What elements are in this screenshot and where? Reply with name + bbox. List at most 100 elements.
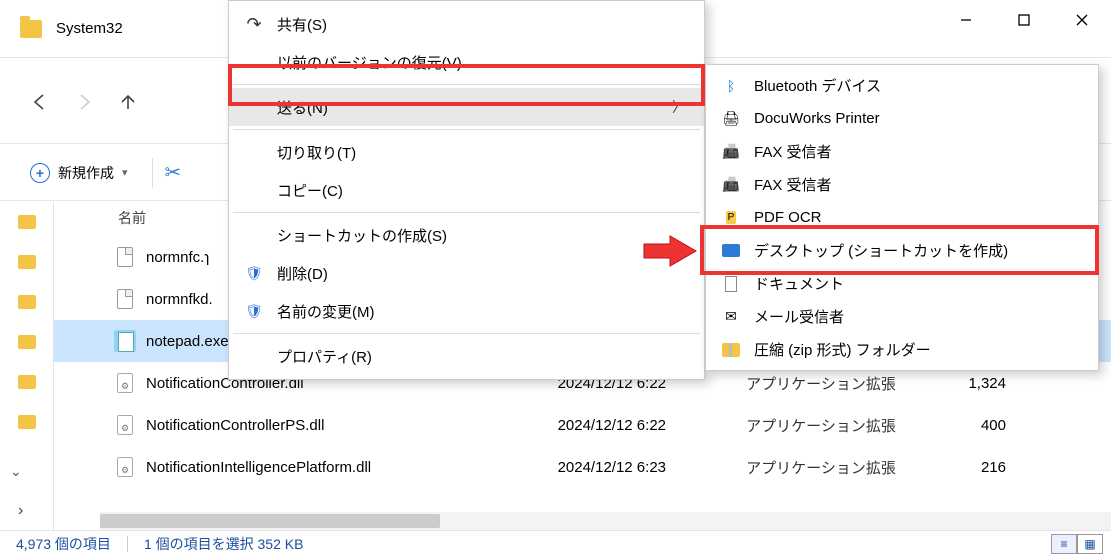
menu-item-label: 以前のバージョンの復元(V) — [277, 52, 462, 73]
submenu-item-label: Bluetooth デバイス — [754, 75, 881, 96]
context-menu-item[interactable]: ショートカットの作成(S) — [229, 216, 704, 254]
menu-separator — [233, 212, 700, 213]
tree-item[interactable] — [0, 202, 53, 242]
nav-tree[interactable]: ⌄ › — [0, 202, 54, 530]
file-name: NotificationIntelligencePlatform.dll — [146, 459, 506, 476]
item-count: 4,973 個の項目 — [16, 534, 111, 554]
dll-icon — [114, 456, 136, 478]
close-button[interactable] — [1053, 0, 1111, 40]
context-menu-item[interactable]: プロパティ(R) — [229, 337, 704, 375]
tree-overflow-icon[interactable]: › — [18, 502, 23, 520]
tree-item[interactable] — [0, 402, 53, 442]
file-type: アプリケーション拡張 — [706, 457, 936, 478]
context-menu-item[interactable]: 🛡 名前の変更(M) — [229, 292, 704, 330]
file-size: 400 — [936, 417, 1036, 434]
submenu-item[interactable]: ᛒ Bluetooth デバイス — [706, 69, 1098, 102]
h-scrollbar[interactable] — [100, 512, 1111, 530]
submenu-item-label: ドキュメント — [754, 273, 844, 294]
folder-icon — [18, 415, 36, 429]
submenu-item[interactable]: ドキュメント — [706, 267, 1098, 300]
file-name: NotificationControllerPS.dll — [146, 417, 506, 434]
notepad-icon — [114, 330, 136, 352]
document-icon — [114, 246, 136, 268]
file-type: アプリケーション拡張 — [706, 415, 936, 436]
tree-item[interactable] — [0, 282, 53, 322]
details-view-button[interactable]: ≡ — [1051, 534, 1077, 554]
window-controls — [937, 0, 1111, 40]
context-menu-item[interactable]: 送る(N) 〉 — [229, 88, 704, 126]
menu-separator — [233, 129, 700, 130]
submenu-item-label: 圧縮 (zip 形式) フォルダー — [754, 339, 931, 360]
context-menu-item[interactable]: 切り取り(T) — [229, 133, 704, 171]
menu-item-label: ショートカットの作成(S) — [277, 225, 447, 246]
document-icon — [114, 288, 136, 310]
plus-icon: + — [30, 163, 50, 183]
context-menu-item[interactable]: コピー(C) — [229, 171, 704, 209]
submenu-item[interactable]: P PDF OCR — [706, 201, 1098, 234]
submenu-item[interactable]: 📠FAX 受信者 — [706, 168, 1098, 201]
file-type: アプリケーション拡張 — [706, 373, 936, 394]
submenu-item-label: PDF OCR — [754, 209, 822, 226]
up-button[interactable] — [106, 80, 150, 124]
zip-icon — [720, 339, 742, 361]
menu-item-label: コピー(C) — [277, 180, 343, 201]
context-menu-item[interactable]: 以前のバージョンの復元(V) — [229, 43, 704, 81]
file-date: 2024/12/12 6:22 — [506, 417, 706, 434]
submenu-item[interactable]: デスクトップ (ショートカットを作成) — [706, 234, 1098, 267]
chevron-down-icon: ▾ — [122, 166, 128, 179]
file-size: 216 — [936, 459, 1036, 476]
tree-collapse-icon[interactable]: ⌄ — [10, 463, 22, 480]
file-size: 1,324 — [936, 375, 1036, 392]
back-button[interactable] — [18, 80, 62, 124]
minimize-button[interactable] — [937, 0, 995, 40]
shield-icon: 🛡 — [243, 300, 265, 322]
menu-item-label: 送る(N) — [277, 97, 328, 118]
submenu-item[interactable]: 📠 FAX 受信者 — [706, 135, 1098, 168]
file-row[interactable]: NotificationIntelligencePlatform.dll2024… — [54, 446, 1111, 488]
bluetooth-icon: ᛒ — [720, 75, 742, 97]
submenu-item[interactable]: ✉メール受信者 — [706, 300, 1098, 333]
printer-icon: 🖨 — [720, 108, 742, 130]
context-menu-item[interactable]: 🛡 削除(D) — [229, 254, 704, 292]
document-icon — [720, 273, 742, 295]
menu-separator — [233, 333, 700, 334]
tree-item[interactable] — [0, 322, 53, 362]
tiles-view-button[interactable]: ▦ — [1077, 534, 1103, 554]
menu-item-label: 共有(S) — [277, 14, 327, 35]
pdf-icon: P — [720, 207, 742, 229]
submenu-item-label: デスクトップ (ショートカットを作成) — [754, 240, 1008, 261]
window-title: System32 — [56, 20, 123, 37]
tree-item[interactable] — [0, 242, 53, 282]
chevron-right-icon: 〉 — [672, 97, 686, 117]
toolbar-divider — [152, 158, 153, 188]
tree-item[interactable] — [0, 362, 53, 402]
mail-icon: ✉ — [720, 306, 742, 328]
maximize-button[interactable] — [995, 0, 1053, 40]
new-button[interactable]: + 新規作成 ▾ — [18, 157, 140, 189]
dll-icon — [114, 372, 136, 394]
context-menu-item[interactable]: 共有(S) — [229, 5, 704, 43]
sendto-submenu: ᛒBluetooth デバイス🖨DocuWorks Printer📠FAX 受信… — [705, 64, 1099, 371]
desktop-icon — [720, 240, 742, 262]
forward-button[interactable] — [62, 80, 106, 124]
fax-icon: 📠 — [720, 141, 742, 163]
status-divider — [127, 536, 128, 552]
shield-icon: 🛡 — [243, 262, 265, 284]
view-switcher: ≡ ▦ — [1051, 534, 1103, 554]
submenu-item-label: FAX 受信者 — [754, 141, 832, 162]
file-row[interactable]: NotificationControllerPS.dll2024/12/12 6… — [54, 404, 1111, 446]
cut-button[interactable]: ✂ — [165, 160, 182, 185]
annotation-arrow — [642, 234, 698, 268]
submenu-item[interactable]: 圧縮 (zip 形式) フォルダー — [706, 333, 1098, 366]
folder-icon — [18, 295, 36, 309]
menu-item-label: 削除(D) — [277, 263, 328, 284]
submenu-item-label: DocuWorks Printer — [754, 110, 880, 127]
context-menu: 共有(S) 以前のバージョンの復元(V) 送る(N) 〉切り取り(T) コピー(C) ショ… — [228, 0, 705, 380]
selection-info: 1 個の項目を選択 352 KB — [144, 534, 304, 554]
new-label: 新規作成 — [58, 163, 114, 183]
menu-item-label: 名前の変更(M) — [277, 301, 375, 322]
status-bar: 4,973 個の項目 1 個の項目を選択 352 KB ≡ ▦ — [0, 530, 1111, 556]
scrollbar-thumb[interactable] — [100, 514, 440, 528]
submenu-item[interactable]: 🖨 DocuWorks Printer — [706, 102, 1098, 135]
folder-icon — [18, 335, 36, 349]
